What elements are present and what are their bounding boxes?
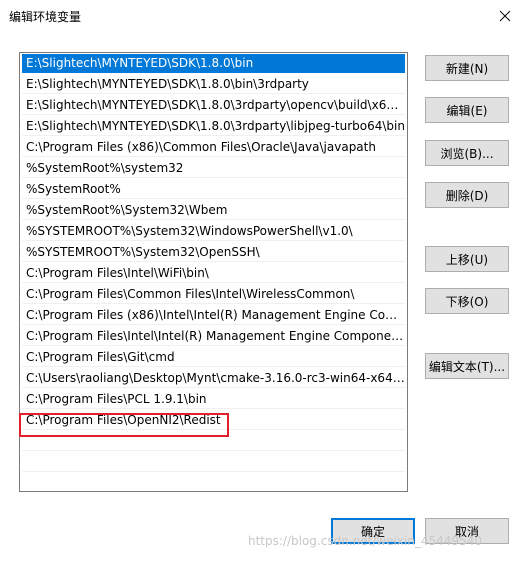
- list-item[interactable]: %SYSTEMROOT%\System32\OpenSSH\: [22, 243, 405, 262]
- list-item[interactable]: C:\Program Files\Git\cmd: [22, 348, 405, 367]
- list-item[interactable]: C:\Program Files\OpenNI2\Redist: [22, 411, 405, 430]
- close-icon[interactable]: [482, 0, 528, 32]
- list-item[interactable]: [22, 453, 405, 472]
- path-list[interactable]: E:\Slightech\MYNTEYED\SDK\1.8.0\bin E:\Sl…: [19, 52, 408, 492]
- list-item[interactable]: %SystemRoot%\system32: [22, 159, 405, 178]
- edit-button[interactable]: 编辑(E): [425, 97, 509, 123]
- list-item[interactable]: [22, 432, 405, 451]
- new-button[interactable]: 新建(N): [425, 55, 509, 81]
- browse-button[interactable]: 浏览(B)...: [425, 140, 509, 166]
- move-up-button[interactable]: 上移(U): [425, 246, 509, 272]
- ok-button[interactable]: 确定: [331, 518, 415, 544]
- edit-text-button[interactable]: 编辑文本(T)...: [425, 353, 509, 379]
- list-item[interactable]: C:\Program Files\Intel\Intel(R) Manageme…: [22, 327, 405, 346]
- cancel-button[interactable]: 取消: [425, 518, 509, 544]
- move-down-button[interactable]: 下移(O): [425, 288, 509, 314]
- list-item[interactable]: C:\Program Files (x86)\Intel\Intel(R) Ma…: [22, 306, 405, 325]
- list-item[interactable]: %SystemRoot%\System32\Wbem: [22, 201, 405, 220]
- list-item[interactable]: %SYSTEMROOT%\System32\WindowsPowerShell\…: [22, 222, 405, 241]
- list-item[interactable]: C:\Program Files (x86)\Common Files\Orac…: [22, 138, 405, 157]
- list-item[interactable]: C:\Program Files\Common Files\Intel\Wire…: [22, 285, 405, 304]
- delete-button[interactable]: 删除(D): [425, 182, 509, 208]
- list-item[interactable]: E:\Slightech\MYNTEYED\SDK\1.8.0\bin\3rdp…: [22, 75, 405, 94]
- title-bar: 编辑环境变量: [0, 0, 528, 32]
- list-item[interactable]: C:\Program Files\PCL 1.9.1\bin: [22, 390, 405, 409]
- list-item[interactable]: %SystemRoot%: [22, 180, 405, 199]
- list-item[interactable]: E:\Slightech\MYNTEYED\SDK\1.8.0\bin: [22, 54, 405, 73]
- window-title: 编辑环境变量: [9, 10, 82, 24]
- list-item[interactable]: E:\Slightech\MYNTEYED\SDK\1.8.0\3rdparty…: [22, 96, 405, 115]
- list-item[interactable]: C:\Program Files\Intel\WiFi\bin\: [22, 264, 405, 283]
- list-item[interactable]: [22, 474, 405, 491]
- close-icon-glyph: [499, 10, 511, 22]
- list-item[interactable]: E:\Slightech\MYNTEYED\SDK\1.8.0\3rdparty…: [22, 117, 405, 136]
- list-item[interactable]: C:\Users\raoliang\Desktop\Mynt\cmake-3.1…: [22, 369, 405, 388]
